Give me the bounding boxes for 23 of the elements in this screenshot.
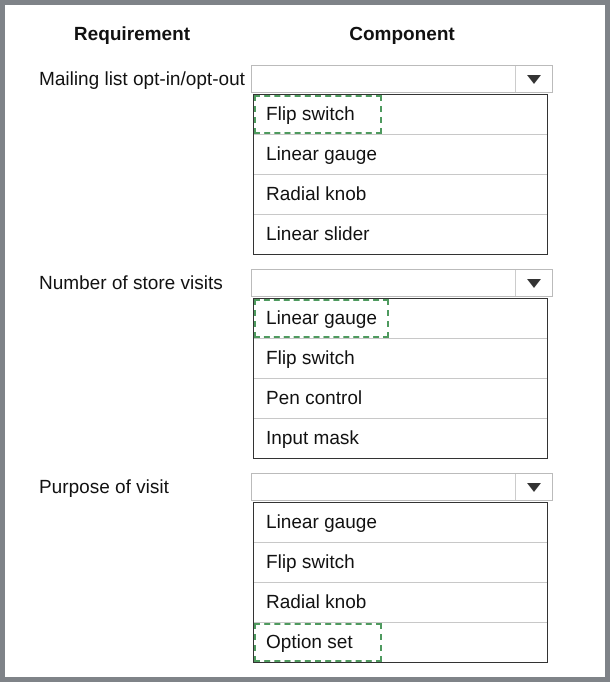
dropdown[interactable] [251, 269, 553, 297]
requirement-label: Purpose of visit [39, 477, 169, 499]
option-item[interactable]: Flip switch [254, 339, 382, 378]
option-item[interactable]: Radial knob [254, 175, 382, 214]
column-header: Component [349, 24, 455, 46]
caret-icon [527, 74, 541, 84]
option-item[interactable]: Pen control [254, 379, 382, 418]
option-item[interactable]: Flip switch [254, 543, 382, 582]
requirement-label: Number of store visits [39, 273, 223, 295]
column-header: Requirement [74, 24, 190, 46]
dropdown[interactable] [251, 473, 553, 501]
option-item[interactable]: Flip switch [254, 95, 382, 134]
requirement-label: Mailing list opt-in/opt-out [39, 69, 245, 91]
option-item[interactable]: Linear gauge [254, 299, 389, 338]
caret-icon [527, 278, 541, 288]
dropdown[interactable] [251, 65, 553, 93]
option-item[interactable]: Linear gauge [254, 135, 389, 174]
option-item[interactable]: Linear gauge [254, 503, 389, 542]
option-item[interactable]: Linear slider [254, 215, 382, 254]
option-item[interactable]: Radial knob [254, 583, 382, 622]
option-item[interactable]: Input mask [254, 419, 382, 458]
option-item[interactable]: Option set [254, 623, 382, 662]
caret-icon [527, 482, 541, 492]
